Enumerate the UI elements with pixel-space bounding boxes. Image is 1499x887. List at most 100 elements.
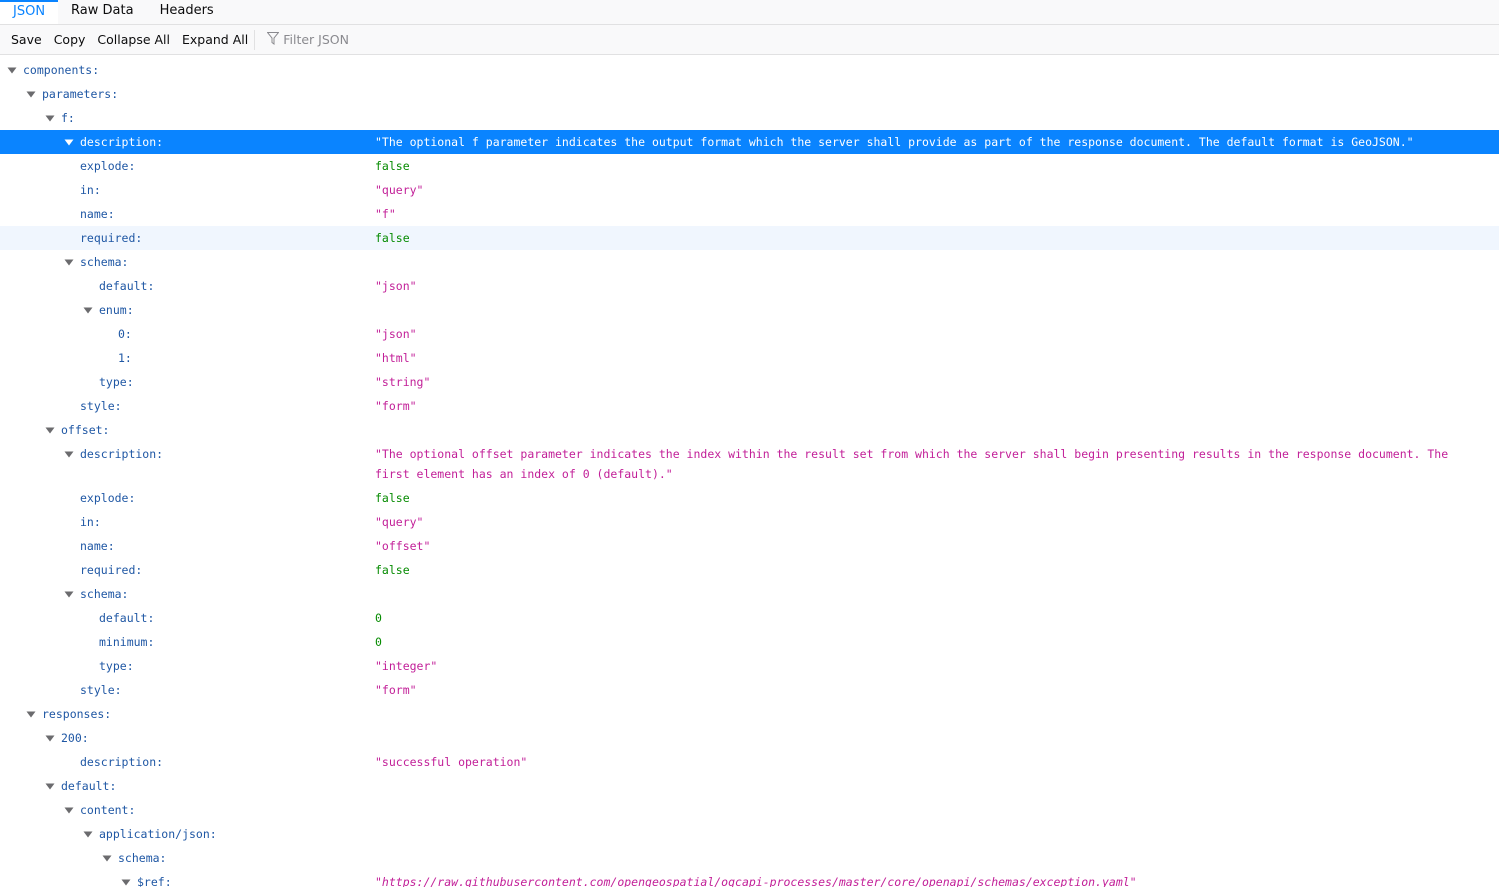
tree-key: style:	[80, 683, 122, 697]
save-button[interactable]: Save	[5, 30, 48, 49]
expand-toggle-icon[interactable]	[7, 58, 17, 82]
tree-key-cell: f:	[0, 106, 375, 130]
tree-row[interactable]: name: "f"	[0, 202, 1499, 226]
tree-key-cell: parameters:	[0, 82, 375, 106]
tree-row[interactable]: type: "string"	[0, 370, 1499, 394]
tree-key-cell: $ref:	[0, 870, 375, 887]
expand-toggle-icon[interactable]	[64, 798, 74, 822]
filter-json-input[interactable]: Filter JSON	[266, 31, 349, 48]
tree-row[interactable]: description: "The optional offset paramet…	[0, 442, 1499, 486]
tree-key: 0:	[118, 327, 132, 341]
tree-row[interactable]: explode: false	[0, 486, 1499, 510]
tree-value: "string"	[375, 375, 431, 389]
tree-row[interactable]: in: "query"	[0, 178, 1499, 202]
tree-key: description:	[80, 447, 164, 461]
expand-toggle-icon[interactable]	[102, 846, 112, 870]
tab-bar: JSON Raw Data Headers	[0, 0, 1499, 25]
expand-toggle-icon[interactable]	[26, 702, 36, 726]
expand-toggle-icon[interactable]	[45, 726, 55, 750]
tree-row[interactable]: name: "offset"	[0, 534, 1499, 558]
tree-key-cell: components:	[0, 58, 375, 82]
tree-key: content:	[80, 803, 136, 817]
tree-value: false	[375, 563, 410, 577]
tree-key: required:	[80, 231, 143, 245]
expand-toggle-icon[interactable]	[83, 822, 93, 846]
tree-value	[375, 726, 1475, 728]
filter-icon	[266, 31, 283, 48]
tree-row[interactable]: f:	[0, 106, 1499, 130]
tree-row[interactable]: required: false	[0, 226, 1499, 250]
tree-row[interactable]: 1: "html"	[0, 346, 1499, 370]
expand-toggle-icon[interactable]	[83, 298, 93, 322]
tree-value: "integer"	[375, 659, 438, 673]
expand-toggle-icon[interactable]	[45, 106, 55, 130]
expand-toggle-icon[interactable]	[26, 82, 36, 106]
tree-key-cell: style:	[0, 678, 375, 702]
expand-toggle-icon[interactable]	[45, 774, 55, 798]
tree-row[interactable]: required: false	[0, 558, 1499, 582]
tree-row[interactable]: explode: false	[0, 154, 1499, 178]
tree-row[interactable]: description: "The optional f parameter in…	[0, 130, 1499, 154]
tree-row[interactable]: schema:	[0, 846, 1499, 870]
tree-value: "The optional f parameter indicates the …	[375, 135, 1414, 149]
tree-row[interactable]: 200:	[0, 726, 1499, 750]
tree-row[interactable]: components:	[0, 58, 1499, 82]
tree-row[interactable]: type: "integer"	[0, 654, 1499, 678]
tree-row[interactable]: default:	[0, 774, 1499, 798]
tab-headers[interactable]: Headers	[147, 0, 227, 24]
tab-raw-data[interactable]: Raw Data	[58, 0, 147, 24]
tree-row[interactable]: description: "successful operation"	[0, 750, 1499, 774]
tree-value: "form"	[375, 683, 417, 697]
expand-toggle-icon[interactable]	[64, 250, 74, 274]
tree-row[interactable]: content:	[0, 798, 1499, 822]
copy-button[interactable]: Copy	[48, 30, 92, 49]
tree-key-cell: in:	[0, 510, 375, 534]
tree-value: false	[375, 491, 410, 505]
tree-key-cell: responses:	[0, 702, 375, 726]
tree-row[interactable]: schema:	[0, 582, 1499, 606]
tree-row[interactable]: minimum: 0	[0, 630, 1499, 654]
tree-value: 0	[375, 635, 382, 649]
expand-toggle-icon[interactable]	[64, 582, 74, 606]
tree-key-cell: name:	[0, 202, 375, 226]
tree-key: f:	[61, 111, 75, 125]
expand-toggle-icon[interactable]	[64, 130, 74, 154]
tab-json[interactable]: JSON	[0, 0, 59, 24]
tree-row[interactable]: offset:	[0, 418, 1499, 442]
tree-row[interactable]: $ref: "https://raw.githubusercontent.com/…	[0, 870, 1499, 887]
tree-key: style:	[80, 399, 122, 413]
tree-key: enum:	[99, 303, 134, 317]
tree-key: $ref:	[137, 875, 172, 887]
tree-row[interactable]: style: "form"	[0, 394, 1499, 418]
tree-key-cell: required:	[0, 558, 375, 582]
expand-all-button[interactable]: Expand All	[176, 30, 254, 49]
tree-row[interactable]: in: "query"	[0, 510, 1499, 534]
tree-key-cell: description:	[0, 442, 375, 466]
tree-row[interactable]: application/json:	[0, 822, 1499, 846]
tree-key-cell: description:	[0, 750, 375, 774]
tree-key: offset:	[61, 423, 110, 437]
tree-value	[375, 418, 1475, 420]
tree-value: "html"	[375, 351, 417, 365]
tree-row[interactable]: enum:	[0, 298, 1499, 322]
tree-row[interactable]: default: 0	[0, 606, 1499, 630]
tree-key-cell: required:	[0, 226, 375, 250]
expand-toggle-icon[interactable]	[64, 442, 74, 466]
toolbar-divider	[254, 29, 256, 50]
tree-row[interactable]: responses:	[0, 702, 1499, 726]
toolbar: Save Copy Collapse All Expand All Filter…	[0, 25, 1499, 55]
expand-toggle-icon[interactable]	[45, 418, 55, 442]
json-viewer: JSON Raw Data Headers Save Copy Collapse…	[0, 0, 1499, 887]
tree-row[interactable]: schema:	[0, 250, 1499, 274]
tree-row[interactable]: 0: "json"	[0, 322, 1499, 346]
tree-row[interactable]: default: "json"	[0, 274, 1499, 298]
collapse-all-button[interactable]: Collapse All	[91, 30, 176, 49]
tree-key-cell: 0:	[0, 322, 375, 346]
tree-value	[375, 58, 1475, 60]
tree-row[interactable]: style: "form"	[0, 678, 1499, 702]
tree-key-cell: content:	[0, 798, 375, 822]
tree-key: in:	[80, 183, 101, 197]
tree-row[interactable]: parameters:	[0, 82, 1499, 106]
tree-key-cell: enum:	[0, 298, 375, 322]
expand-toggle-icon[interactable]	[121, 870, 131, 887]
